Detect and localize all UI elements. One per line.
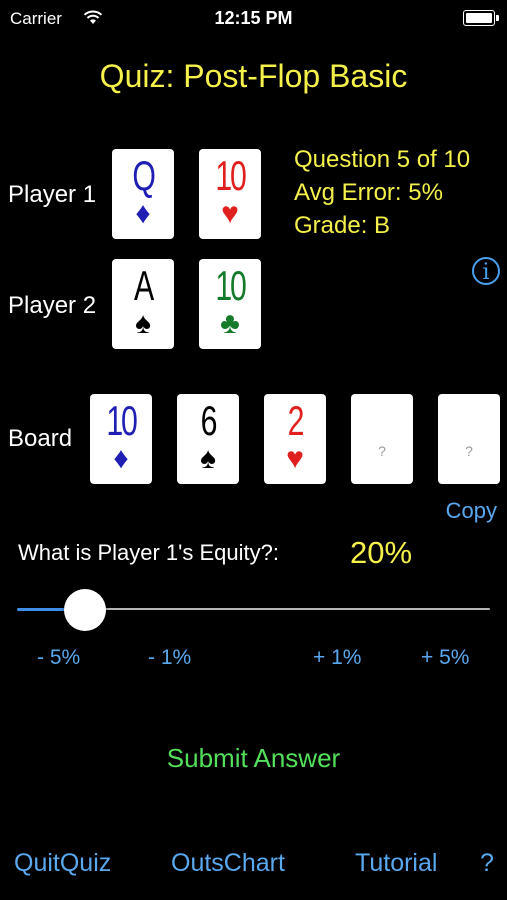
- board-card-4[interactable]: ?: [351, 394, 413, 484]
- player2-card-2[interactable]: 10 ♣: [199, 259, 261, 349]
- question-counter: Question 5 of 10: [294, 146, 471, 173]
- diamond-icon: ♦: [113, 442, 129, 475]
- card-rank: A: [133, 262, 154, 309]
- help-button[interactable]: ?: [480, 849, 494, 878]
- avg-error: Avg Error: 5%: [294, 179, 443, 206]
- quit-quiz-button[interactable]: QuitQuiz: [14, 849, 111, 878]
- card-rank: 10: [215, 262, 246, 309]
- outs-chart-button[interactable]: OutsChart: [171, 849, 285, 878]
- board-card-3[interactable]: 2 ♥: [264, 394, 326, 484]
- board-label: Board: [8, 425, 73, 452]
- copy-button[interactable]: Copy: [446, 498, 497, 524]
- player1-card-1[interactable]: Q ♦: [112, 149, 174, 239]
- minus-1-button[interactable]: - 1%: [148, 646, 191, 670]
- card-rank: 10: [106, 397, 137, 444]
- status-time: 12:15 PM: [214, 8, 293, 28]
- status-bar: Carrier 12:15 PM: [0, 0, 507, 36]
- card-rank: ?: [378, 443, 386, 459]
- plus-5-button[interactable]: + 5%: [421, 646, 469, 670]
- tutorial-button[interactable]: Tutorial: [355, 849, 437, 878]
- player2-label: Player 2: [8, 292, 97, 319]
- info-icon[interactable]: i: [472, 257, 500, 285]
- player1-card-2[interactable]: 10 ♥: [199, 149, 261, 239]
- card-rank: Q: [132, 152, 156, 199]
- equity-value: 20%: [350, 535, 413, 570]
- grade: Grade: B: [294, 212, 391, 239]
- submit-answer-button[interactable]: Submit Answer: [0, 743, 507, 774]
- board-card-5[interactable]: ?: [438, 394, 500, 484]
- spade-icon: ♠: [200, 442, 216, 475]
- spade-icon: ♠: [135, 307, 151, 340]
- heart-icon: ♥: [286, 442, 304, 475]
- heart-icon: ♥: [221, 197, 239, 230]
- page-title: Quiz: Post-Flop Basic: [99, 58, 408, 94]
- card-rank: ?: [465, 443, 473, 459]
- card-rank: 10: [215, 152, 246, 199]
- battery-icon: [463, 10, 499, 26]
- player1-label: Player 1: [8, 181, 97, 208]
- card-rank: 6: [200, 397, 218, 444]
- equity-question: What is Player 1's Equity?:: [18, 540, 279, 565]
- club-icon: ♣: [220, 307, 240, 340]
- slider-track[interactable]: [85, 608, 490, 610]
- slider-thumb[interactable]: [64, 589, 107, 631]
- minus-5-button[interactable]: - 5%: [37, 646, 80, 670]
- plus-1-button[interactable]: + 1%: [313, 646, 361, 670]
- board-card-1[interactable]: 10 ♦: [90, 394, 152, 484]
- quiz-stats: Question 5 of 10 Avg Error: 5% Grade: B: [294, 143, 470, 242]
- diamond-icon: ♦: [135, 197, 151, 230]
- player2-card-1[interactable]: A ♠: [112, 259, 174, 349]
- card-rank: 2: [287, 397, 305, 444]
- board-card-2[interactable]: 6 ♠: [177, 394, 239, 484]
